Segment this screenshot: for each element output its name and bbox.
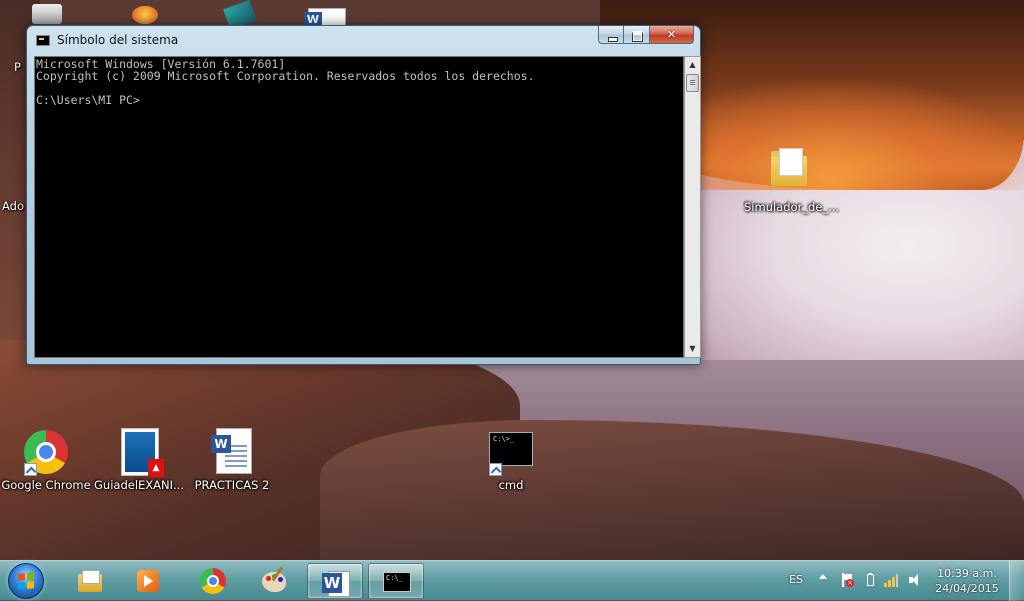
- taskbar-explorer-button[interactable]: [62, 563, 118, 599]
- windows-explorer-icon: [76, 568, 104, 594]
- desktop-icon-pdf[interactable]: ▲ GuiadelEXANI...: [94, 428, 184, 492]
- action-center-flag-icon[interactable]: ×: [840, 573, 854, 587]
- chrome-icon: [199, 568, 227, 594]
- console-text: Microsoft Windows [Versión 6.1.7601] Cop…: [36, 57, 535, 107]
- maximize-button[interactable]: [624, 26, 650, 44]
- taskbar-media-player-button[interactable]: [120, 563, 176, 599]
- windows-logo-icon: [18, 572, 35, 591]
- paint-palette-icon: [260, 566, 288, 594]
- scroll-up-icon[interactable]: ▲: [685, 57, 700, 73]
- clock[interactable]: 10:39 a.m. 24/04/2015: [932, 566, 1002, 596]
- window-controls: ✕: [598, 26, 694, 45]
- folder-icon: [771, 148, 807, 186]
- close-button[interactable]: ✕: [650, 26, 694, 44]
- vertical-scrollbar[interactable]: ▲ ▼: [684, 56, 701, 358]
- window-titlebar[interactable]: Símbolo del sistema ✕: [27, 26, 700, 53]
- desktop-icon-word-document[interactable]: W PRACTICAS 2: [187, 428, 277, 492]
- command-prompt-window[interactable]: Símbolo del sistema ✕ Microsoft Windows …: [26, 25, 701, 365]
- battery-icon[interactable]: [864, 573, 878, 587]
- partial-icon-label[interactable]: Ado: [2, 199, 24, 213]
- desktop-icon-label: cmd: [498, 478, 524, 492]
- window-title: Símbolo del sistema: [57, 33, 179, 47]
- taskbar: W C:\_ ES × 10:39 a.m. 24/04/2015: [0, 560, 1024, 601]
- clock-date: 24/04/2015: [935, 582, 999, 595]
- word-document-icon: W: [211, 428, 252, 474]
- taskbar-cmd-button[interactable]: C:\_: [368, 563, 424, 599]
- desktop-icon-folder[interactable]: Simulador_de_...: [744, 148, 840, 214]
- media-player-icon: [134, 568, 162, 594]
- shortcut-arrow-icon: [24, 463, 37, 476]
- minimize-button[interactable]: [598, 26, 624, 44]
- console-output[interactable]: Microsoft Windows [Versión 6.1.7601] Cop…: [34, 56, 684, 358]
- desktop-icon-chrome[interactable]: Google Chrome: [1, 428, 91, 492]
- shortcut-arrow-icon: [489, 463, 502, 476]
- partial-icon-label[interactable]: P: [14, 60, 21, 74]
- desktop-icon-label: PRACTICAS 2: [194, 478, 270, 492]
- console-app-icon[interactable]: [36, 35, 50, 46]
- taskbar-paint-button[interactable]: [246, 563, 302, 599]
- close-icon: ✕: [666, 28, 677, 41]
- clock-time: 10:39 a.m.: [937, 567, 997, 580]
- show-desktop-button[interactable]: [1009, 561, 1024, 601]
- word-icon: W: [322, 569, 350, 597]
- desktop-icon-cmd[interactable]: C:\>_ cmd: [466, 428, 556, 492]
- language-indicator[interactable]: ES: [789, 573, 803, 586]
- desktop-icon-label: GuiadelEXANI...: [94, 478, 184, 492]
- desktop-icon-label: Google Chrome: [1, 478, 91, 492]
- taskbar-chrome-button[interactable]: [185, 563, 241, 599]
- pdf-icon: ▲: [121, 428, 164, 477]
- cmd-icon: C:\_: [383, 569, 411, 595]
- network-signal-icon[interactable]: [884, 573, 898, 587]
- show-hidden-icons-icon[interactable]: [819, 574, 827, 579]
- taskbar-word-button[interactable]: W: [307, 563, 363, 599]
- volume-icon[interactable]: [908, 573, 922, 587]
- start-button[interactable]: [8, 563, 44, 599]
- system-tray: ES × 10:39 a.m. 24/04/2015: [764, 561, 1024, 601]
- cmd-icon: C:\>_: [489, 432, 533, 466]
- desktop-icon-label: Simulador_de_...: [744, 200, 840, 214]
- scroll-down-icon[interactable]: ▼: [685, 341, 700, 357]
- scrollbar-thumb[interactable]: [686, 74, 699, 92]
